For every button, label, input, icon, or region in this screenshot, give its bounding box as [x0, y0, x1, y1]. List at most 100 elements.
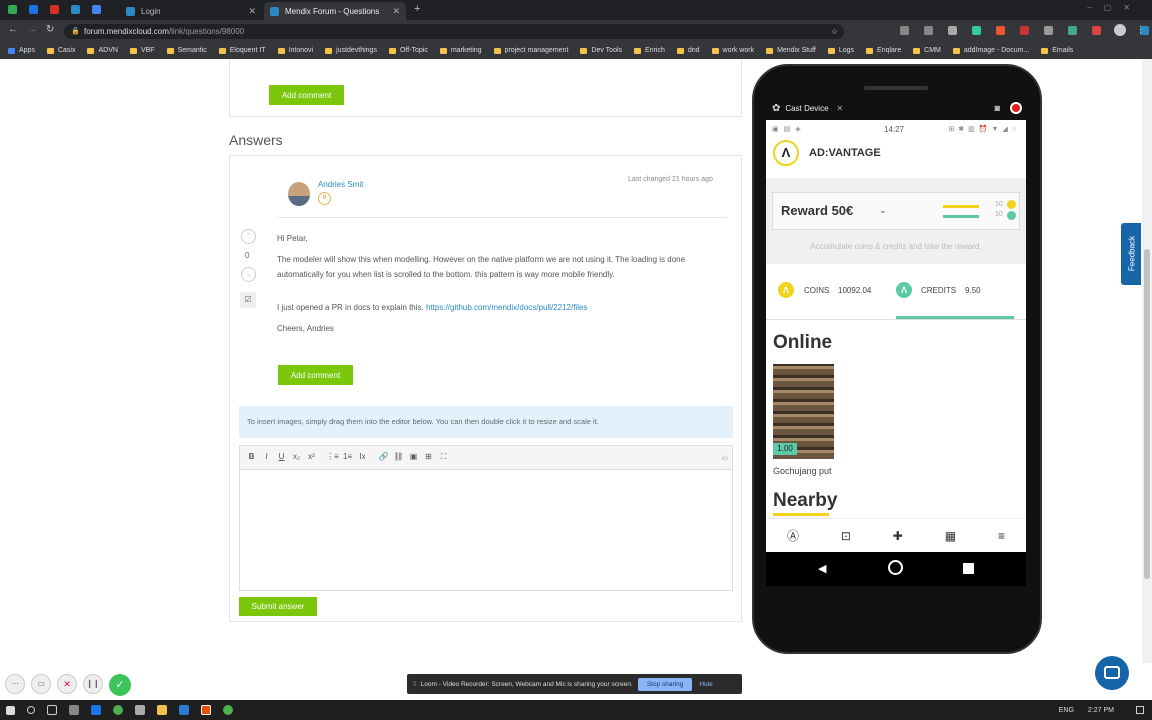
close-icon[interactable]: ✕ [392, 6, 400, 17]
scrollbar-thumb[interactable] [1144, 249, 1150, 579]
pinned-tab-icon[interactable] [8, 5, 17, 14]
bookmark-item[interactable]: work work [711, 47, 754, 54]
bookmark-item[interactable]: Emails [1041, 47, 1073, 54]
bookmark-item[interactable]: addImage - Docum... [952, 47, 1029, 54]
record-icon[interactable] [1010, 102, 1022, 114]
calendar-icon[interactable] [29, 5, 38, 14]
forward-arrow-icon[interactable]: → [27, 24, 37, 35]
editor-toolbar-button[interactable]: ⋮≡ [325, 452, 340, 461]
editor-toolbar-button[interactable]: ⛶ [436, 452, 451, 462]
bookmark-item[interactable]: Enrich [634, 47, 665, 54]
submit-answer-button[interactable]: Submit answer [239, 597, 317, 616]
editor-toolbar-button[interactable]: 1≡ [340, 452, 355, 461]
answer-add-comment-button[interactable]: Add comment [278, 365, 353, 385]
editor-textarea[interactable] [240, 470, 732, 590]
bookmark-item[interactable]: marketing [439, 47, 482, 54]
window-controls[interactable]: –▢✕ [1087, 3, 1142, 12]
bookmark-item[interactable]: project management [493, 47, 568, 54]
bookmark-item[interactable]: VBF [129, 47, 155, 54]
url-input[interactable]: 🔒 forum.mendixcloud.com/link/questions/9… [64, 24, 844, 39]
search-icon[interactable] [27, 706, 35, 714]
pinned-tab-icon[interactable] [50, 5, 59, 14]
chrome-icon[interactable] [113, 705, 123, 715]
github-pr-link[interactable]: https://github.com/mendix/docs/pull/2212… [426, 303, 587, 312]
pinned-tabs[interactable] [8, 5, 107, 14]
camera-icon[interactable]: ◙ [995, 103, 1000, 113]
editor-toolbar-button[interactable]: I [259, 452, 274, 461]
gear-icon[interactable]: ✿ [772, 103, 780, 114]
editor-toolbar-button[interactable]: 🔗 [376, 452, 391, 461]
bookmark-item[interactable]: Dev Tools [580, 47, 622, 54]
app-icon[interactable] [91, 705, 101, 715]
bookmark-item[interactable]: Apps [8, 47, 35, 54]
accept-answer-icon[interactable]: ☑ [240, 292, 256, 308]
more-icon[interactable]: ⋯ [5, 674, 25, 694]
cancel-recording-icon[interactable]: ✕ [57, 674, 77, 694]
clock[interactable]: 2:27 PM [1088, 707, 1114, 714]
finish-recording-icon[interactable]: ✓ [109, 674, 131, 696]
mendix-studio-icon[interactable] [201, 705, 211, 715]
editor-toolbar-button[interactable]: x² [304, 452, 319, 461]
feedback-tab[interactable]: Feedback [1121, 223, 1141, 285]
chevron-down-icon[interactable]: ⌄ [879, 205, 887, 216]
drag-handle-icon[interactable]: ⁞⁞ [413, 681, 417, 688]
editor-toolbar-button[interactable]: Ix [355, 452, 370, 461]
editor-toolbar-button[interactable]: ⊞ [421, 452, 436, 461]
expand-icon[interactable]: ▭ [721, 454, 728, 462]
author-avatar[interactable] [288, 182, 310, 206]
vscode-icon[interactable] [179, 705, 189, 715]
nav-wallet-icon[interactable]: ⊡ [841, 529, 851, 543]
nav-menu-icon[interactable]: ≡ [998, 529, 1005, 543]
task-view-icon[interactable] [47, 705, 57, 715]
nav-qr-icon[interactable]: ▦ [945, 529, 956, 543]
calculator-icon[interactable] [69, 705, 79, 715]
bookmark-item[interactable]: Logs [827, 47, 854, 54]
windows-start-icon[interactable] [6, 705, 15, 715]
add-comment-button[interactable]: Add comment [269, 85, 344, 105]
bookmark-item[interactable]: Semantic [166, 47, 207, 54]
editor-toolbar-button[interactable]: U [274, 452, 289, 461]
avatar[interactable] [1114, 24, 1126, 36]
reload-icon[interactable]: ↻ [46, 24, 54, 35]
tab-login[interactable]: Login ✕ [120, 2, 262, 20]
upvote-icon[interactable]: ⌃ [241, 229, 256, 244]
language-indicator[interactable]: ENG [1059, 707, 1074, 714]
bookmark-item[interactable]: dnd [676, 47, 700, 54]
tab-mendix-forum[interactable]: Mendix Forum - Questions ✕ [264, 2, 406, 20]
bookmark-item[interactable]: Mendix Stuff [766, 47, 816, 54]
editor-toolbar-button[interactable]: B [244, 452, 259, 461]
back-arrow-icon[interactable]: ← [8, 24, 18, 35]
bookmark-item[interactable]: Casix [46, 47, 75, 54]
bookmark-item[interactable]: Off-Topic [388, 47, 428, 54]
file-explorer-icon[interactable] [157, 705, 167, 715]
page-scrollbar[interactable] [1142, 59, 1152, 663]
home-circle-icon[interactable] [888, 560, 903, 575]
bookmark-item[interactable]: CMM [913, 47, 941, 54]
editor-toolbar-button[interactable]: ▣ [406, 452, 421, 461]
webcam-icon[interactable]: ▭ [31, 674, 51, 694]
bookmark-item[interactable]: ADVN [87, 47, 118, 54]
recents-square-icon[interactable] [963, 563, 974, 574]
close-icon[interactable]: ✕ [248, 6, 256, 17]
author-name-link[interactable]: Andries Smit [318, 180, 363, 189]
plus-icon[interactable]: + [414, 3, 420, 15]
bookmark-item[interactable]: Eloquent IT [218, 47, 266, 54]
pinned-tab-icon[interactable] [71, 5, 80, 14]
editor-toolbar-button[interactable]: x₂ [289, 452, 304, 461]
pause-icon[interactable]: ❙❙ [83, 674, 103, 694]
stop-sharing-button[interactable]: Stop sharing [637, 677, 693, 691]
app-icon[interactable] [135, 705, 145, 715]
downvote-icon[interactable]: ⌄ [241, 267, 256, 282]
chrome-icon[interactable] [223, 705, 233, 715]
menu-kebab-icon[interactable]: ⋮ [1136, 24, 1145, 35]
star-icon[interactable]: ☆ [831, 24, 838, 39]
hide-button[interactable]: Hide [699, 681, 712, 688]
back-triangle-icon[interactable]: ◀ [818, 562, 826, 575]
bookmark-item[interactable]: Intonovi [277, 47, 313, 54]
bookmark-item[interactable]: justdevthings [325, 47, 377, 54]
editor-toolbar-button[interactable]: ⛓ [391, 452, 406, 461]
bookmark-item[interactable]: Enqlare [866, 47, 901, 54]
close-icon[interactable]: ✕ [837, 104, 844, 113]
product-image[interactable]: 1.00 [773, 364, 834, 459]
chat-launcher-icon[interactable] [1095, 656, 1129, 690]
